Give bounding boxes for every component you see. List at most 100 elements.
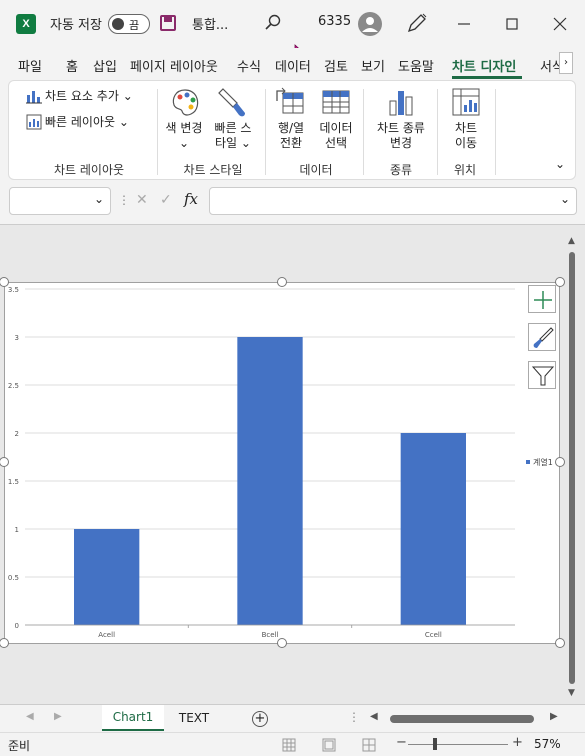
tab-page-layout[interactable]: 페이지 레이아웃 <box>130 56 218 75</box>
tab-splitter-icon[interactable]: ⋮ <box>348 710 360 724</box>
tab-data[interactable]: 데이터 <box>275 56 311 75</box>
add-chart-element-button[interactable]: 차트 요소 추가 ⌄ <box>45 89 133 104</box>
next-sheet-icon[interactable]: ▶ <box>54 711 62 722</box>
group-chart-styles: 차트 스타일 <box>183 163 243 177</box>
add-chart-element-label: 차트 요소 추가 <box>45 89 119 103</box>
close-icon[interactable] <box>548 12 572 36</box>
search-icon[interactable] <box>265 14 281 30</box>
zoom-in-icon[interactable]: + <box>512 735 523 750</box>
change-colors-button[interactable]: 색 변경 ⌄ <box>161 121 207 151</box>
zoom-out-icon[interactable]: − <box>396 735 407 750</box>
plus-icon <box>534 291 552 309</box>
save-icon[interactable] <box>160 15 176 31</box>
vertical-scrollbar[interactable]: ▲ ▼ <box>566 236 578 702</box>
sheet-tab-chart1[interactable]: Chart1 <box>102 705 164 731</box>
x-tick-label: Ccell <box>425 631 442 639</box>
tab-help[interactable]: 도움말 <box>398 56 434 75</box>
add-sheet-icon[interactable]: + <box>252 711 268 727</box>
tab-file[interactable]: 파일 <box>18 56 42 75</box>
select-data-label-1: 데이터 <box>319 121 353 135</box>
status-bar: 준비 − + 57% <box>0 732 585 756</box>
scroll-up-icon[interactable]: ▲ <box>568 236 575 246</box>
y-tick-label: 3.5 <box>8 286 19 294</box>
cancel-icon[interactable]: ✕ <box>136 192 148 208</box>
tab-view[interactable]: 보기 <box>361 56 385 75</box>
group-divider <box>157 89 158 175</box>
scroll-left-icon[interactable]: ◀ <box>370 711 378 722</box>
tab-insert[interactable]: 삽입 <box>93 56 117 75</box>
change-chart-type-button[interactable]: 차트 종류 변경 <box>371 121 431 151</box>
move-chart-label-1: 차트 <box>454 121 478 135</box>
move-chart-icon <box>452 88 480 116</box>
zoom-slider[interactable] <box>408 744 508 745</box>
resize-handle[interactable] <box>277 638 287 648</box>
quick-layout-icon <box>26 114 42 130</box>
tab-home[interactable]: 홈 <box>66 56 78 75</box>
tab-review[interactable]: 검토 <box>324 56 348 75</box>
name-box[interactable]: ⌄ <box>9 187 111 215</box>
change-chart-type-label-1: 차트 종류 <box>377 121 425 135</box>
normal-view-icon[interactable] <box>282 738 296 752</box>
switch-row-column-icon <box>276 87 304 114</box>
change-colors-label: 색 변경 <box>165 121 203 135</box>
enter-icon[interactable]: ✓ <box>160 192 172 208</box>
name-box-dropdown-icon[interactable]: ⌄ <box>94 192 104 206</box>
ribbon-expand-icon[interactable]: ⌄ <box>555 157 565 171</box>
autosave-label: 자동 저장 <box>50 18 102 33</box>
tab-formulas[interactable]: 수식 <box>237 56 261 75</box>
chart-elements-button[interactable] <box>528 285 556 313</box>
chart-area[interactable]: 0 0.5 1 1.5 2 2.5 3 3.5 Acell Bcell Ccell 계열1 <box>4 282 560 644</box>
tab-chart-design[interactable]: 차트 디자인 <box>452 56 516 75</box>
group-divider <box>495 89 496 175</box>
count-badge: 6335 <box>318 14 352 29</box>
legend-label: 계열1 <box>533 457 553 467</box>
quick-layout-button[interactable]: 빠른 레이아웃 ⌄ <box>45 115 129 130</box>
resize-handle[interactable] <box>277 277 287 287</box>
formula-bar-grip-icon[interactable]: ⋮ <box>118 193 130 207</box>
add-chart-element-icon <box>26 91 42 104</box>
resize-handle[interactable] <box>555 638 565 648</box>
group-data: 데이터 <box>299 163 333 177</box>
scroll-right-icon[interactable]: ▶ <box>550 711 558 722</box>
x-tick-label: Bcell <box>262 631 279 639</box>
insert-function-icon[interactable]: fx <box>184 190 198 208</box>
chart-filters-button[interactable] <box>528 361 556 389</box>
select-data-button[interactable]: 데이터 선택 <box>315 121 357 151</box>
file-name[interactable]: 통합... <box>192 14 228 33</box>
y-tick-label: 0 <box>15 622 19 630</box>
group-chart-layouts: 차트 레이아웃 <box>53 163 125 177</box>
switch-row-column-button[interactable]: 행/열 전환 <box>271 121 311 151</box>
user-avatar-icon[interactable] <box>358 12 382 36</box>
resize-handle[interactable] <box>555 457 565 467</box>
sheet-tab-text[interactable]: TEXT <box>166 705 222 731</box>
scroll-down-icon[interactable]: ▼ <box>568 688 575 698</box>
zoom-slider-thumb[interactable] <box>433 738 437 750</box>
formula-expand-icon[interactable]: ⌄ <box>560 192 570 206</box>
change-colors-dropdown-icon: ⌄ <box>178 136 190 150</box>
group-location: 위치 <box>453 163 477 177</box>
maximize-icon[interactable] <box>500 12 524 36</box>
y-tick-label: 2 <box>15 430 19 438</box>
brush-icon <box>533 327 554 348</box>
select-data-icon <box>322 90 350 114</box>
zoom-level[interactable]: 57% <box>534 737 561 751</box>
autosave-toggle[interactable]: 끔 <box>108 14 150 34</box>
quick-styles-button[interactable]: 빠른 스 타일 ⌄ <box>209 121 257 151</box>
minimize-icon[interactable] <box>452 12 476 36</box>
move-chart-button[interactable]: 차트 이동 <box>447 121 485 151</box>
prev-sheet-icon[interactable]: ◀ <box>26 711 34 722</box>
horizontal-scroll-thumb[interactable] <box>390 715 534 723</box>
page-break-view-icon[interactable] <box>362 738 376 752</box>
vertical-scroll-thumb[interactable] <box>569 252 575 684</box>
formula-input[interactable]: ⌄ <box>209 187 577 215</box>
change-chart-type-icon <box>389 91 413 116</box>
switch-row-column-label-2: 전환 <box>279 136 303 150</box>
tab-scroll-right-icon[interactable]: › <box>559 52 573 74</box>
page-layout-view-icon[interactable] <box>322 738 336 752</box>
group-type: 종류 <box>389 163 413 177</box>
chart-styles-button[interactable] <box>528 323 556 351</box>
bar-acell <box>74 529 140 625</box>
sheet-tab-bar: ◀ ▶ Chart1 TEXT + ⋮ ◀ ▶ <box>0 704 585 732</box>
switch-row-column-label-1: 행/열 <box>277 121 305 135</box>
pen-icon[interactable] <box>406 12 428 34</box>
